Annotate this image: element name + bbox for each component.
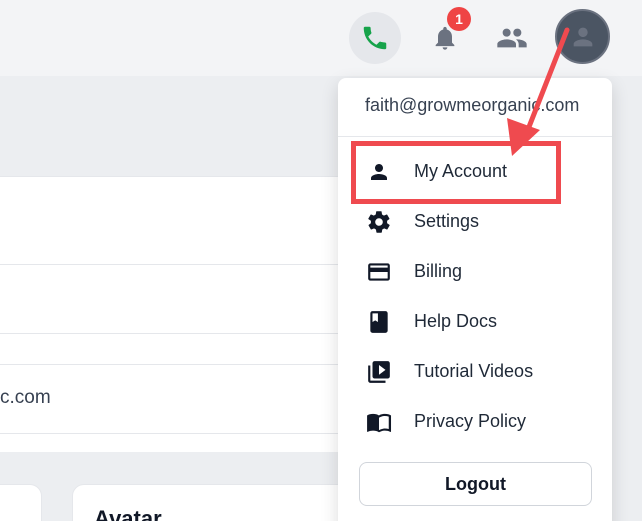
credit-card-icon	[366, 259, 392, 285]
menu-item-help-docs[interactable]: Help Docs	[338, 296, 612, 346]
menu-item-billing[interactable]: Billing	[338, 246, 612, 296]
team-button[interactable]	[494, 20, 530, 56]
menu-item-label: My Account	[414, 160, 508, 181]
person-icon	[366, 159, 392, 185]
open-book-icon	[366, 409, 392, 435]
menu-item-label: Tutorial Videos	[414, 360, 534, 381]
form-divider	[0, 333, 360, 334]
menu-item-label: Help Docs	[414, 310, 498, 331]
menu-divider	[338, 136, 612, 137]
menu-item-tutorial-videos[interactable]: Tutorial Videos	[338, 346, 612, 396]
email-field-value: c.com	[0, 387, 51, 408]
notification-badge: 1	[447, 7, 471, 31]
top-header	[0, 0, 642, 74]
menu-item-privacy-policy[interactable]: Privacy Policy	[338, 396, 612, 446]
user-email: faith@growmeorganic.com	[365, 95, 580, 115]
form-divider	[0, 433, 360, 434]
gear-icon	[366, 209, 392, 235]
background-card	[0, 484, 42, 521]
avatar-card-title: Avatar	[94, 506, 162, 521]
menu-item-settings[interactable]: Settings	[338, 196, 612, 246]
logout-button[interactable]: Logout	[359, 462, 592, 506]
user-avatar-button[interactable]	[555, 9, 610, 64]
form-divider	[0, 364, 360, 365]
menu-item-label: Settings	[414, 210, 480, 231]
menu-item-label: Privacy Policy	[414, 410, 527, 431]
profile-form-card	[0, 176, 360, 452]
menu-item-my-account[interactable]: My Account	[338, 146, 612, 196]
video-library-icon	[366, 359, 392, 385]
phone-button[interactable]	[349, 12, 401, 64]
book-icon	[366, 309, 392, 335]
phone-icon	[363, 26, 387, 50]
menu-item-label: Billing	[414, 260, 463, 281]
user-avatar-icon	[573, 27, 592, 46]
form-divider	[0, 264, 360, 265]
team-icon	[497, 28, 527, 48]
